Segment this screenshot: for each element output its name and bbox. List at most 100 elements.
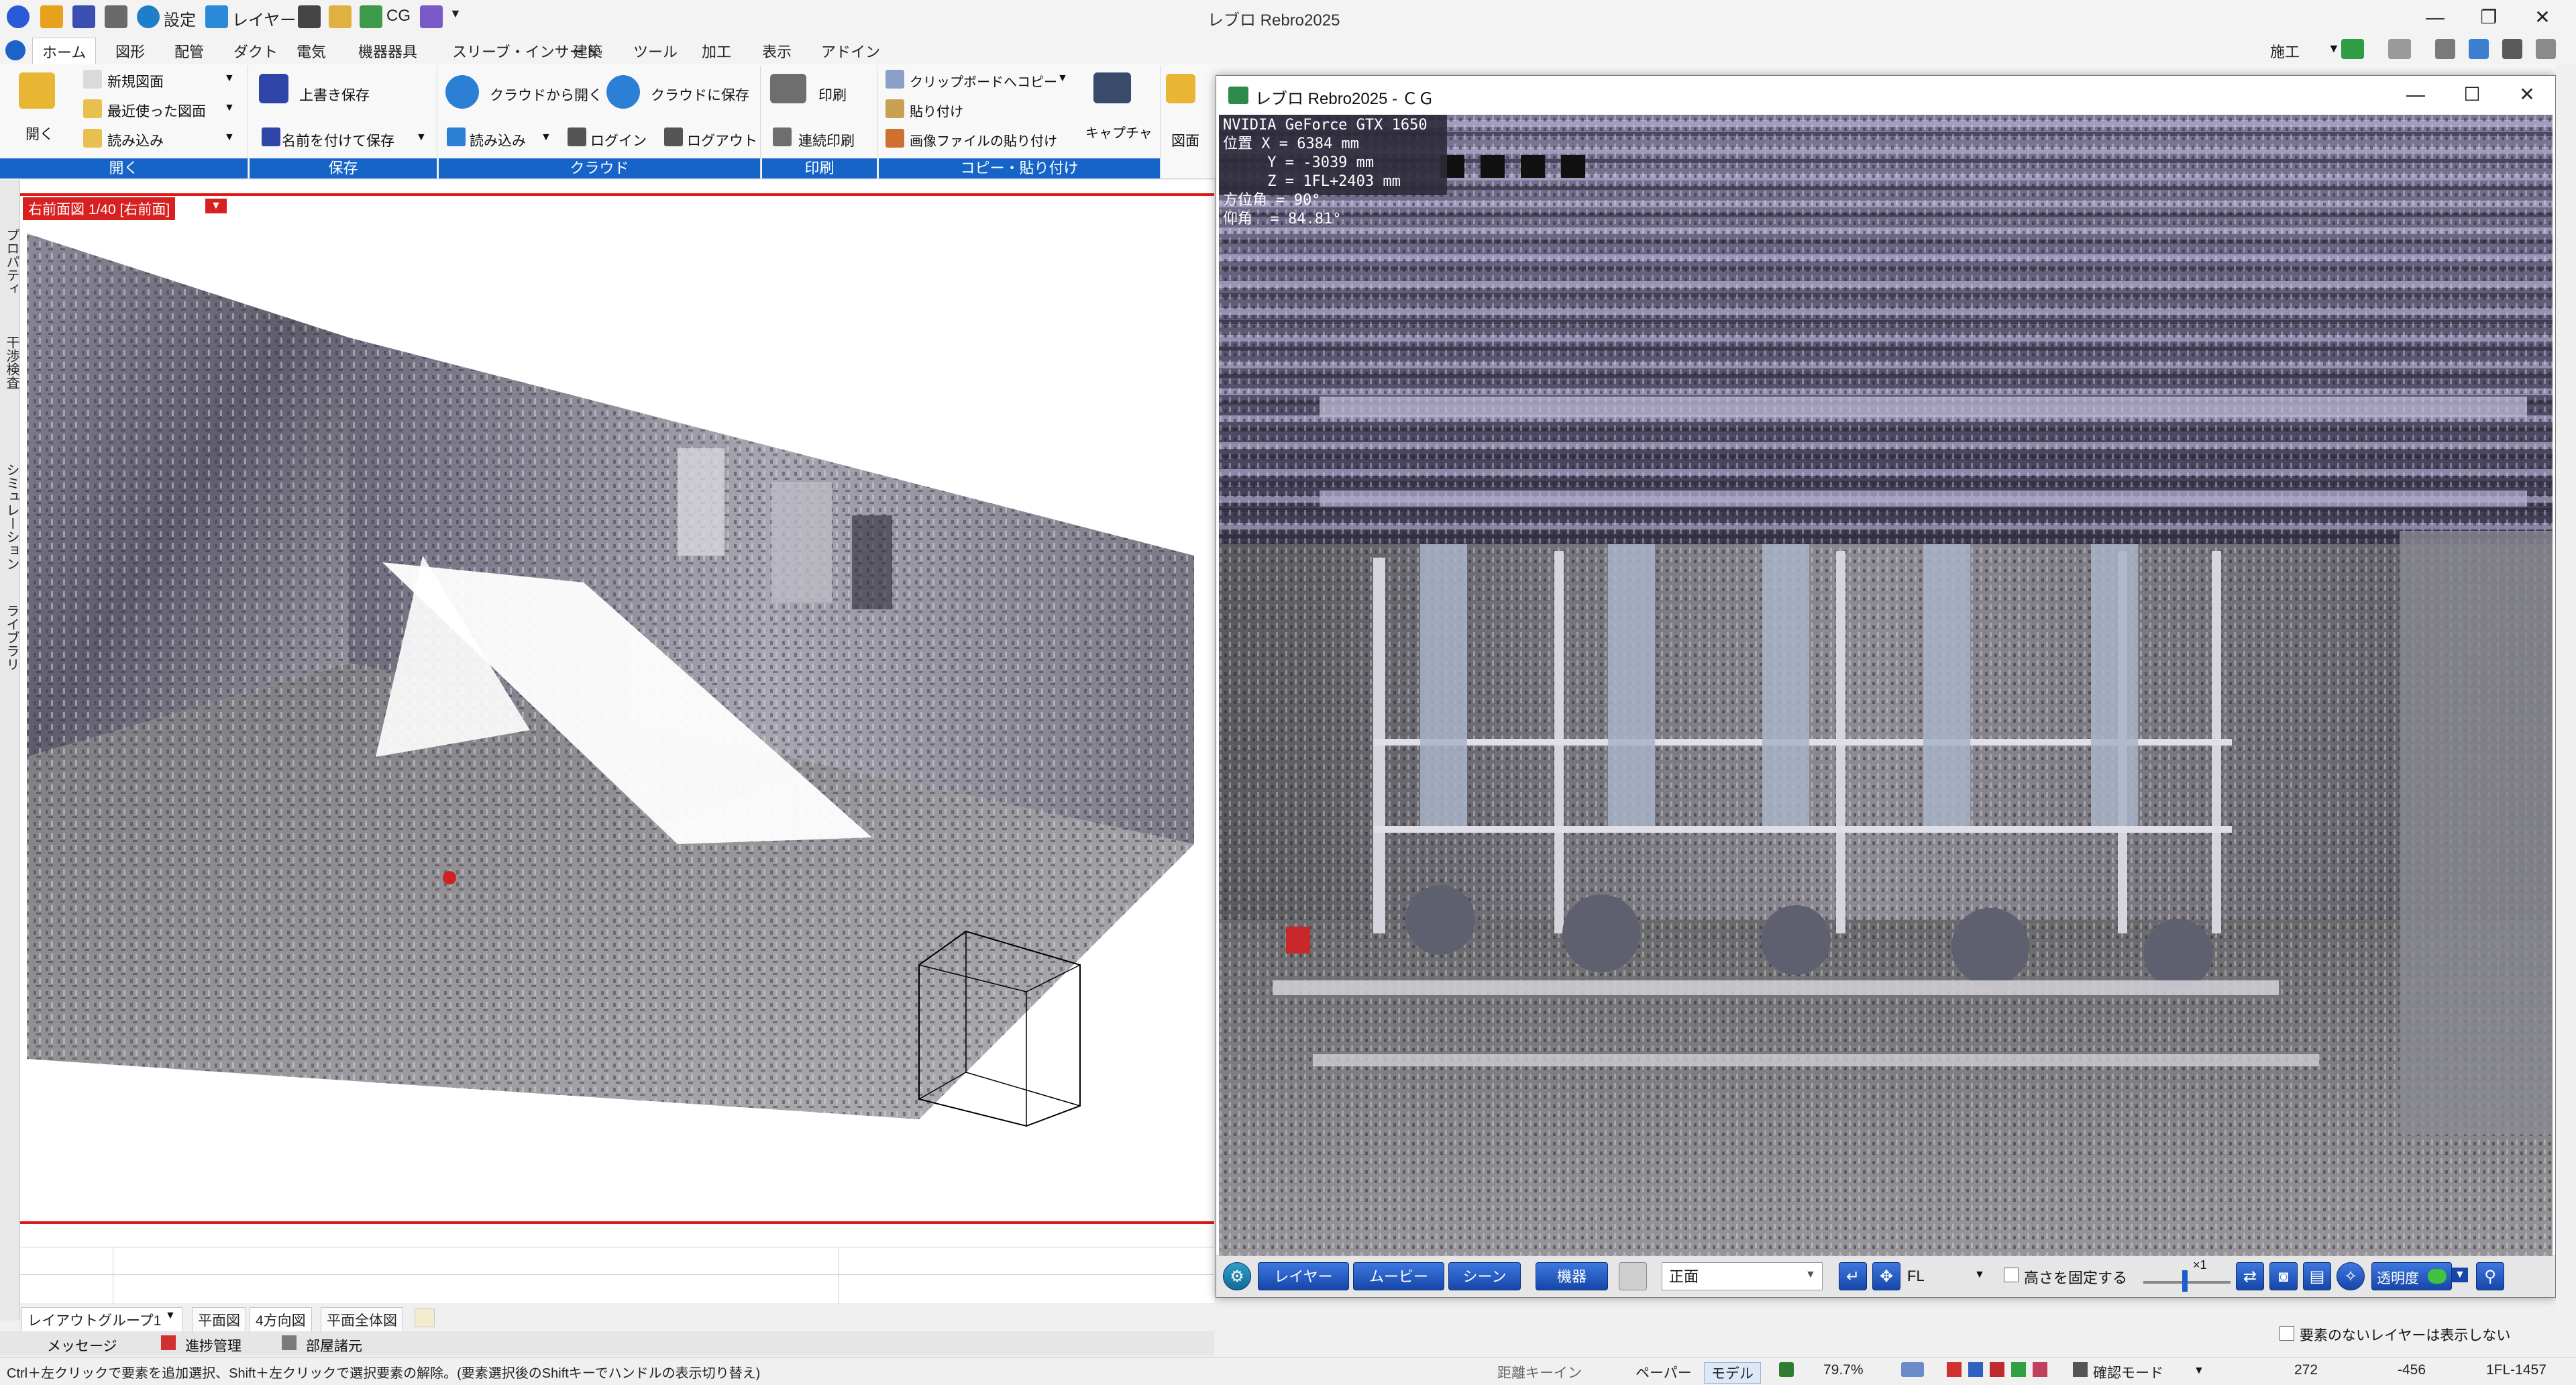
status-snap-off-icon[interactable] <box>1947 1362 1962 1377</box>
hide-empty-layers-checkbox[interactable] <box>2279 1326 2294 1341</box>
cg-walk-icon[interactable]: ✥ <box>1872 1262 1900 1290</box>
paste-icon[interactable] <box>885 99 904 118</box>
status-confirm-chevron-down-icon[interactable]: ▼ <box>2194 1365 2204 1377</box>
open-icon[interactable] <box>40 5 63 28</box>
open-folder-icon[interactable] <box>19 72 55 109</box>
login-button[interactable]: ログイン <box>590 130 647 150</box>
drawing-canvas[interactable]: 右前面図 1/40 [右前面] ▼ <box>20 180 1214 1302</box>
cg-settings-gear-icon[interactable]: ⚙ <box>1223 1262 1251 1290</box>
cg-label[interactable]: CG <box>386 7 411 25</box>
tab-room-specs[interactable]: 部屋諸元 <box>306 1335 362 1355</box>
pin-icon[interactable] <box>2435 39 2455 59</box>
status-paper-tab[interactable]: ペーパー <box>1635 1362 1692 1382</box>
tab-four-direction-view[interactable]: 4方向図 <box>250 1307 312 1333</box>
print-icon[interactable] <box>105 5 127 28</box>
batch-print-icon[interactable] <box>773 127 792 146</box>
cg-camera-icon[interactable]: ◙ <box>2269 1262 2298 1290</box>
load-chevron-down-icon[interactable]: ▼ <box>224 132 235 144</box>
paste-image-icon[interactable] <box>885 129 904 148</box>
status-distance-keyin[interactable]: 距離キーイン <box>1497 1362 1582 1382</box>
cg-enter-icon[interactable]: ↵ <box>1839 1262 1867 1290</box>
status-confirm-mode[interactable]: 確認モード <box>2093 1362 2163 1382</box>
drawing-folder-icon[interactable] <box>1166 74 1195 103</box>
settings-label[interactable]: 設定 <box>164 7 196 30</box>
cg-minimize-button[interactable]: — <box>2389 80 2443 109</box>
cg-print-icon[interactable]: ▤ <box>2303 1262 2331 1290</box>
recent-drawings-button[interactable]: 最近使った図面 <box>107 101 206 121</box>
layer-icon[interactable] <box>205 5 228 28</box>
tab-shapes[interactable]: 図形 <box>106 38 154 64</box>
cg-floor-label[interactable]: FL <box>1907 1268 1925 1285</box>
cloud-load-button[interactable]: 読み込み <box>470 130 526 150</box>
status-zoom-icon[interactable] <box>1901 1362 1924 1377</box>
tab-tools[interactable]: ツール <box>624 38 687 64</box>
construction-dropdown[interactable]: 施工 <box>2261 38 2309 64</box>
cg-movie-button[interactable]: ムービー <box>1353 1262 1444 1290</box>
status-ortho-icon[interactable] <box>1990 1362 2004 1377</box>
tab-home[interactable]: ホーム <box>32 38 97 65</box>
cg-transparency-chevron-down-icon[interactable]: ▼ <box>2452 1268 2468 1282</box>
cg-transparency-toggle[interactable] <box>2428 1269 2447 1284</box>
status-model-tab[interactable]: モデル <box>1704 1362 1761 1384</box>
overwrite-save-button[interactable]: 上書き保存 <box>299 85 370 105</box>
rail-interference-tab[interactable]: 干渉検査 <box>2 336 21 389</box>
print-button[interactable]: 印刷 <box>818 85 847 105</box>
rail-simulation-tab[interactable]: シミュレーション <box>2 463 21 570</box>
help-icon[interactable] <box>2469 39 2489 59</box>
layout-group-select[interactable]: レイアウトグループ1 <box>21 1307 182 1333</box>
tab-equipment[interactable]: 機器器具 <box>349 38 427 64</box>
layer-label[interactable]: レイヤー <box>232 7 296 30</box>
cg-layer-button[interactable]: レイヤー <box>1258 1262 1349 1290</box>
rail-library-tab[interactable]: ライブラリ <box>2 604 21 671</box>
capture-icon[interactable] <box>420 5 443 28</box>
folder-icon[interactable] <box>329 5 352 28</box>
minimize-button[interactable]: — <box>2408 3 2462 32</box>
rail-properties-tab[interactable]: プロパティ <box>2 228 21 295</box>
app-logo-icon[interactable] <box>7 5 30 28</box>
login-icon[interactable] <box>568 127 586 146</box>
status-mode-icon[interactable] <box>2073 1362 2088 1377</box>
status-grid-icon[interactable] <box>1968 1362 1983 1377</box>
cg-3d-viewport[interactable]: NVIDIA GeForce GTX 1650 位置 X = 6384 mm Y… <box>1219 115 2553 1255</box>
layout-group-chevron-down-icon[interactable]: ▼ <box>165 1310 176 1322</box>
cg-scene-button[interactable]: シーン <box>1448 1262 1521 1290</box>
cg-fix-height-checkbox[interactable] <box>2004 1268 2019 1282</box>
qat-dropdown-icon[interactable]: ▼ <box>449 7 462 21</box>
tab-plan-overall-view[interactable]: 平面全体図 <box>321 1307 403 1333</box>
open-button[interactable]: 開く <box>25 123 54 144</box>
save-as-icon[interactable] <box>262 127 280 146</box>
save-as-button[interactable]: 名前を付けて保存 <box>282 130 394 150</box>
cloud-open-icon[interactable] <box>445 75 479 109</box>
cg-icon[interactable] <box>360 5 382 28</box>
add-layout-icon[interactable] <box>415 1309 435 1327</box>
tab-duct[interactable]: ダクト <box>224 38 287 64</box>
tab-progress[interactable]: 進捗管理 <box>185 1335 241 1355</box>
load-button[interactable]: 読み込み <box>107 130 164 150</box>
maximize-button[interactable]: ❐ <box>2462 3 2516 32</box>
new-drawing-chevron-down-icon[interactable]: ▼ <box>224 72 235 85</box>
cloud-open-button[interactable]: クラウドから開く <box>490 85 602 105</box>
tab-piping[interactable]: 配管 <box>165 38 213 64</box>
status-dimension-icon[interactable] <box>2033 1362 2047 1377</box>
load-icon[interactable] <box>83 129 102 148</box>
cloud-save-button[interactable]: クラウドに保存 <box>651 85 749 105</box>
cg-close-button[interactable]: ✕ <box>2500 80 2554 109</box>
logout-icon[interactable] <box>664 127 683 146</box>
printer-icon[interactable] <box>770 74 806 103</box>
cg-view-chevron-down-icon[interactable]: ▼ <box>1805 1269 1816 1281</box>
new-drawing-icon[interactable] <box>83 70 102 89</box>
clipboard-copy-button[interactable]: クリップボードへコピー <box>910 71 1057 91</box>
tab-processing[interactable]: 加工 <box>692 38 741 64</box>
tab-message[interactable]: メッセージ <box>47 1335 117 1355</box>
camera-icon[interactable] <box>1093 72 1131 103</box>
settings-gear-icon[interactable] <box>137 5 160 28</box>
logout-button[interactable]: ログアウト <box>687 130 757 150</box>
options-icon[interactable] <box>2502 39 2522 59</box>
status-layout-icon[interactable] <box>1779 1362 1794 1377</box>
construction-chevron-down-icon[interactable]: ▼ <box>2328 42 2340 56</box>
batch-print-button[interactable]: 連続印刷 <box>798 130 855 150</box>
drawing-group-button[interactable]: 図面 <box>1171 130 1199 150</box>
tab-plan-view[interactable]: 平面図 <box>192 1307 246 1333</box>
clipboard-copy-icon[interactable] <box>885 70 904 89</box>
paste-image-button[interactable]: 画像ファイルの貼り付け <box>910 130 1057 150</box>
